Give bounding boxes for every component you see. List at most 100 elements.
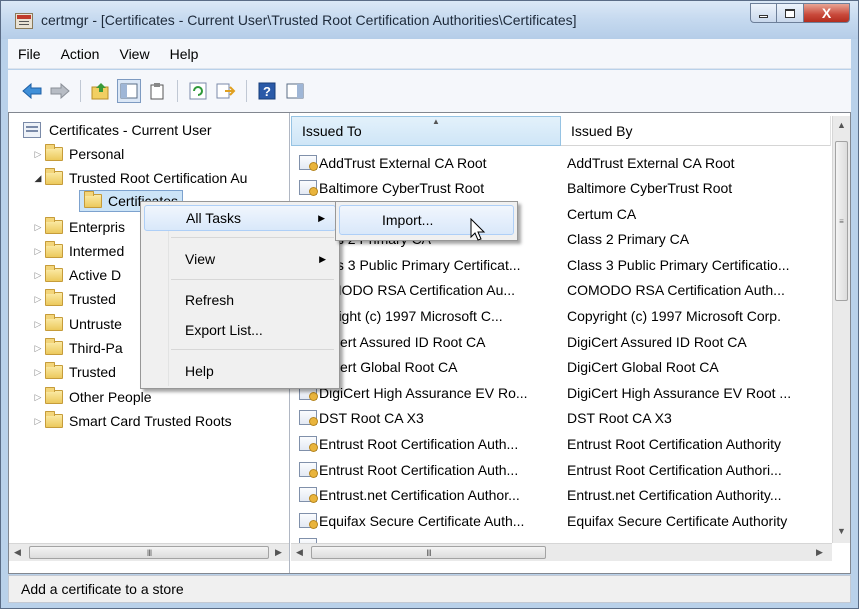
- table-row[interactable]: Equifax Secure Certificate Auth... Equif…: [291, 508, 825, 533]
- menu-view[interactable]: View: [109, 46, 159, 62]
- minimize-button[interactable]: [750, 3, 777, 23]
- issued-by-cell: Equifax Secure Certificate Authority: [567, 512, 788, 529]
- properties-icon[interactable]: [145, 79, 169, 103]
- menu-item-label: View: [185, 251, 216, 267]
- issued-to-cell: AddTrust External CA Root: [319, 154, 487, 171]
- menu-item-refresh[interactable]: Refresh: [144, 287, 336, 313]
- list-horizontal-scrollbar[interactable]: ◀ III ▶: [291, 543, 832, 561]
- scroll-down-icon[interactable]: ▼: [837, 526, 846, 536]
- scrollbar-thumb[interactable]: III: [29, 546, 269, 559]
- status-bar: Add a certificate to a store: [8, 575, 851, 603]
- table-row[interactable]: giCert Global Root CA DigiCert Global Ro…: [291, 354, 825, 379]
- issued-to-cell: OMODO RSA Certification Au...: [319, 281, 516, 298]
- tree-horizontal-scrollbar[interactable]: ◀ III ▶: [9, 543, 289, 561]
- tree-item-other-people[interactable]: ▷ Other People: [31, 386, 152, 408]
- certmgr-app-icon[interactable]: [15, 13, 33, 29]
- scroll-left-icon[interactable]: ◀: [14, 547, 21, 558]
- table-row[interactable]: OMODO RSA Certification Au... COMODO RSA…: [291, 277, 825, 302]
- menu-separator: [171, 279, 334, 280]
- refresh-icon[interactable]: [186, 79, 210, 103]
- scroll-up-icon[interactable]: ▲: [837, 120, 846, 130]
- expand-arrow-icon[interactable]: ▷: [31, 416, 45, 427]
- folder-icon: [84, 191, 102, 208]
- menu-item-label: Import...: [382, 212, 434, 228]
- expand-arrow-icon[interactable]: ▷: [31, 246, 45, 257]
- show-hide-tree-icon[interactable]: [117, 79, 141, 103]
- menu-item-view[interactable]: View ▶: [144, 246, 336, 272]
- folder-icon: [45, 314, 63, 331]
- tree-item-enterprise[interactable]: ▷ Enterpris: [31, 216, 125, 238]
- tree-item-trusted-publishers[interactable]: ▷ Trusted: [31, 288, 116, 310]
- menu-file[interactable]: File: [8, 46, 51, 62]
- table-row[interactable]: giCert Assured ID Root CA DigiCert Assur…: [291, 329, 825, 354]
- tree-item-trusted-people[interactable]: ▷ Trusted: [31, 361, 116, 383]
- title-bar[interactable]: certmgr - [Certificates - Current User\T…: [1, 1, 858, 39]
- table-row[interactable]: Entrust.net Certification Author... Entr…: [291, 482, 825, 507]
- expand-arrow-icon[interactable]: ▷: [31, 270, 45, 281]
- tree-item-label: Active D: [69, 267, 122, 283]
- scroll-left-icon[interactable]: ◀: [296, 547, 303, 558]
- expand-arrow-icon[interactable]: ▷: [31, 319, 45, 330]
- toolbar-separator: [80, 80, 81, 102]
- tree-item-third-party[interactable]: ▷ Third-Pa: [31, 337, 123, 359]
- tree-item-trusted-root[interactable]: ◢ Trusted Root Certification Au: [31, 167, 247, 189]
- help-icon[interactable]: ?: [255, 79, 279, 103]
- table-row[interactable]: AddTrust External CA Root AddTrust Exter…: [291, 150, 825, 175]
- tree-item-smart-card[interactable]: ▷ Smart Card Trusted Roots: [31, 410, 232, 432]
- table-row[interactable]: Baltimore CyberTrust Root Baltimore Cybe…: [291, 175, 825, 200]
- column-issued-by[interactable]: Issued By: [561, 116, 831, 146]
- tree-item-personal[interactable]: ▷ Personal: [31, 143, 124, 165]
- close-button[interactable]: X: [804, 3, 850, 23]
- issued-by-cell: DigiCert High Assurance EV Root ...: [567, 384, 792, 401]
- scrollbar-thumb[interactable]: ≡: [835, 141, 848, 301]
- issued-by-cell: DigiCert Assured ID Root CA: [567, 333, 747, 350]
- expand-arrow-icon[interactable]: ▷: [31, 222, 45, 233]
- issued-by-cell: COMODO RSA Certification Auth...: [567, 281, 785, 298]
- tree-item-label: Intermed: [69, 243, 125, 259]
- toolbar-separator: [246, 80, 247, 102]
- issued-to-cell: DigiCert High Assurance EV Ro...: [319, 384, 528, 401]
- menu-action[interactable]: Action: [51, 46, 110, 62]
- issued-by-cell: Entrust.net Certification Authority...: [567, 486, 782, 503]
- issued-to-cell: Equifax Secure Certificate Auth...: [319, 512, 525, 529]
- expand-arrow-icon[interactable]: ▷: [31, 149, 45, 160]
- menu-help[interactable]: Help: [160, 46, 209, 62]
- column-issued-to[interactable]: ▲ Issued To: [291, 116, 561, 146]
- issued-by-cell: Certum CA: [567, 205, 637, 222]
- scroll-right-icon[interactable]: ▶: [816, 547, 823, 558]
- menu-item-help[interactable]: Help: [144, 358, 336, 384]
- maximize-button[interactable]: [777, 3, 804, 23]
- expand-arrow-icon[interactable]: ▷: [31, 294, 45, 305]
- tree-item-intermediate[interactable]: ▷ Intermed: [31, 240, 124, 262]
- scroll-right-icon[interactable]: ▶: [275, 547, 282, 558]
- table-row[interactable]: DST Root CA X3 DST Root CA X3: [291, 405, 825, 430]
- scrollbar-thumb[interactable]: III: [311, 546, 546, 559]
- table-row[interactable]: lass 3 Public Primary Certificat... Clas…: [291, 252, 825, 277]
- table-row[interactable]: pyright (c) 1997 Microsoft C... Copyrigh…: [291, 303, 825, 328]
- expand-arrow-icon[interactable]: ▷: [31, 392, 45, 403]
- up-folder-icon[interactable]: [89, 79, 113, 103]
- tree-item-active-directory[interactable]: ▷ Active D: [31, 264, 121, 286]
- folder-icon: [45, 168, 63, 185]
- expand-arrow-icon[interactable]: ▷: [31, 367, 45, 378]
- main-content: Certificates - Current User ▷ Personal ◢…: [8, 112, 851, 574]
- collapse-arrow-icon[interactable]: ◢: [31, 173, 45, 184]
- menu-item-all-tasks[interactable]: All Tasks ▶: [144, 205, 336, 231]
- expand-arrow-icon[interactable]: ▷: [31, 343, 45, 354]
- table-row[interactable]: DigiCert High Assurance EV Ro... DigiCer…: [291, 380, 825, 405]
- table-row[interactable]: Entrust Root Certification Auth... Entru…: [291, 457, 825, 482]
- show-action-pane-icon[interactable]: [283, 79, 307, 103]
- forward-arrow-icon[interactable]: [48, 79, 72, 103]
- export-list-icon[interactable]: [214, 79, 238, 103]
- menu-item-export-list[interactable]: Export List...: [144, 317, 336, 343]
- tree-item-untrusted[interactable]: ▷ Untruste: [31, 313, 122, 335]
- svg-text:?: ?: [263, 84, 271, 99]
- minimize-icon: [759, 15, 768, 18]
- tree-root[interactable]: Certificates - Current User: [23, 119, 212, 141]
- issued-to-cell: giCert Assured ID Root CA: [319, 333, 486, 350]
- table-row[interactable]: Entrust Root Certification Auth... Entru…: [291, 431, 825, 456]
- list-vertical-scrollbar[interactable]: ▲ ≡ ▼: [832, 116, 850, 543]
- back-arrow-icon[interactable]: [20, 79, 44, 103]
- grip-icon: ≡: [839, 216, 844, 226]
- menu-item-import[interactable]: Import...: [339, 205, 514, 235]
